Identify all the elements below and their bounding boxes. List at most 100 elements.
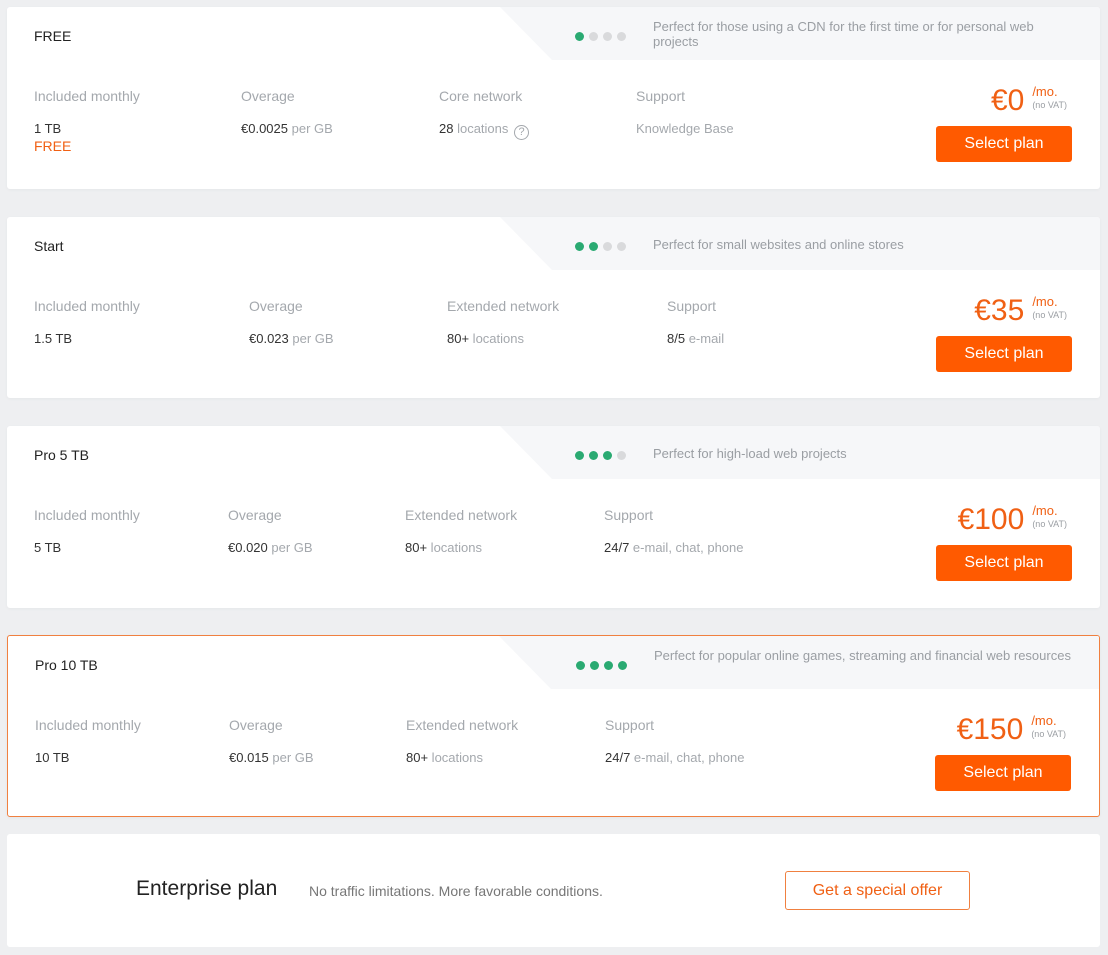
plan-card: Start Perfect for small websites and onli…	[7, 217, 1100, 398]
rating-dot-icon	[617, 242, 626, 251]
feature-value-main: 28	[439, 121, 454, 136]
feature-value: Knowledge Base	[636, 121, 734, 136]
get-special-offer-button[interactable]: Get a special offer	[785, 871, 970, 910]
rating-dot-icon	[603, 242, 612, 251]
rating-dot-icon	[576, 661, 585, 670]
rating-dot-icon	[617, 32, 626, 41]
feature-value-main: 80+	[405, 540, 428, 555]
feature-value: 80+ locations	[406, 750, 518, 765]
select-plan-button[interactable]: Select plan	[936, 336, 1072, 372]
plan-feature: Core network 28 locations ?	[439, 88, 530, 140]
plan-name: Start	[34, 238, 64, 254]
feature-label: Core network	[439, 88, 523, 104]
select-plan-button[interactable]: Select plan	[936, 545, 1072, 581]
feature-value-main: 80+	[406, 750, 429, 765]
price-amount: €0	[990, 84, 1025, 117]
feature-label: Included monthly	[35, 717, 141, 733]
feature-value-unit: locations	[453, 121, 509, 136]
plan-rating	[575, 32, 626, 41]
feature-value-unit: per GB	[288, 331, 334, 346]
select-plan-button[interactable]: Select plan	[935, 755, 1071, 791]
enterprise-title: Enterprise plan	[136, 877, 278, 900]
feature-value: 10 TB	[35, 750, 141, 765]
feature-value-main: 80+	[447, 331, 470, 346]
feature-value-main: 24/7	[604, 540, 630, 555]
feature-label: Overage	[229, 717, 283, 733]
plan-price: €0/mo. (no VAT)	[991, 85, 1067, 117]
feature-value-main: 8/5	[667, 331, 686, 346]
feature-value: 5 TB	[34, 540, 140, 555]
rating-dot-icon	[617, 451, 626, 460]
help-icon[interactable]: ?	[514, 125, 530, 140]
plan-feature: Included monthly 1.5 TB	[34, 298, 140, 346]
price-per-month: /mo.	[1031, 713, 1057, 728]
price-period: /mo. (no VAT)	[1032, 295, 1067, 321]
rating-dot-icon	[575, 451, 584, 460]
plan-name: FREE	[34, 28, 72, 44]
plan-rating	[576, 661, 627, 670]
feature-label: Overage	[241, 88, 295, 104]
feature-value: €0.015 per GB	[229, 750, 314, 765]
feature-value: 80+ locations	[405, 540, 517, 555]
plan-feature: Support 24/7 e-mail, chat, phone	[605, 717, 745, 765]
price-vat-note: (no VAT)	[1032, 310, 1067, 320]
rating-dot-icon	[603, 451, 612, 460]
plan-rating	[575, 451, 626, 460]
feature-value-main: 1.5 TB	[34, 331, 73, 346]
feature-value-unit: per GB	[267, 540, 313, 555]
plan-price: €100/mo. (no VAT)	[958, 504, 1067, 536]
feature-value-main: 1 TB	[34, 121, 62, 136]
enterprise-description: No traffic limitations. More favorable c…	[309, 883, 603, 899]
price-per-month: /mo.	[1032, 503, 1058, 518]
plan-feature: Support 8/5 e-mail	[667, 298, 724, 346]
plan-feature: Included monthly 10 TB	[35, 717, 141, 765]
plan-price: €150/mo. (no VAT)	[957, 714, 1066, 746]
feature-label: Extended network	[405, 507, 518, 523]
feature-value-unit: per GB	[268, 750, 314, 765]
price-period: /mo. (no VAT)	[1031, 714, 1066, 740]
feature-value-main: 5 TB	[34, 540, 62, 555]
plan-price: €35/mo. (no VAT)	[974, 295, 1067, 327]
rating-dot-icon	[604, 661, 613, 670]
rating-dot-icon	[575, 32, 584, 41]
plan-description: Perfect for high-load web projects	[653, 446, 847, 461]
price-period: /mo. (no VAT)	[1032, 85, 1067, 111]
feature-label: Included monthly	[34, 88, 140, 104]
plan-feature: Overage €0.0025 per GB	[241, 88, 333, 136]
feature-value-main: €0.0025	[241, 121, 288, 136]
plan-card: FREE Perfect for those using a CDN for th…	[7, 7, 1100, 189]
feature-value: 80+ locations	[447, 331, 559, 346]
plan-feature: Extended network 80+ locations	[447, 298, 559, 346]
price-amount: €150	[956, 713, 1024, 746]
enterprise-card: Enterprise plan No traffic limitations. …	[7, 834, 1100, 947]
price-amount: €100	[957, 503, 1025, 536]
feature-value: 28 locations ?	[439, 121, 530, 140]
feature-value-unit: Knowledge Base	[636, 121, 734, 136]
plan-rating	[575, 242, 626, 251]
feature-label: Included monthly	[34, 507, 140, 523]
price-vat-note: (no VAT)	[1032, 100, 1067, 110]
feature-value-unit: locations	[428, 750, 483, 765]
rating-dot-icon	[618, 661, 627, 670]
feature-value-main: €0.015	[229, 750, 269, 765]
plan-feature: Included monthly 5 TB	[34, 507, 140, 555]
plan-card: Pro 10 TB Perfect for popular online game…	[7, 635, 1100, 817]
plan-feature: Overage €0.015 per GB	[229, 717, 314, 765]
plan-description: Perfect for those using a CDN for the fi…	[653, 19, 1034, 49]
feature-label: Support	[605, 717, 655, 733]
rating-dot-icon	[589, 32, 598, 41]
feature-value-main: 10 TB	[35, 750, 70, 765]
price-vat-note: (no VAT)	[1031, 729, 1066, 739]
feature-value-unit: locations	[469, 331, 524, 346]
select-plan-button[interactable]: Select plan	[936, 126, 1072, 162]
free-badge: FREE	[34, 138, 72, 154]
plan-feature: Overage €0.023 per GB	[249, 298, 334, 346]
plan-description: Perfect for popular online games, stream…	[654, 648, 1071, 663]
feature-value: €0.023 per GB	[249, 331, 334, 346]
price-per-month: /mo.	[1032, 294, 1058, 309]
feature-value: €0.0025 per GB	[241, 121, 333, 136]
feature-label: Included monthly	[34, 298, 140, 314]
plan-feature: Support Knowledge Base	[636, 88, 734, 136]
feature-value: 1.5 TB	[34, 331, 140, 346]
feature-value-main: 24/7	[605, 750, 631, 765]
